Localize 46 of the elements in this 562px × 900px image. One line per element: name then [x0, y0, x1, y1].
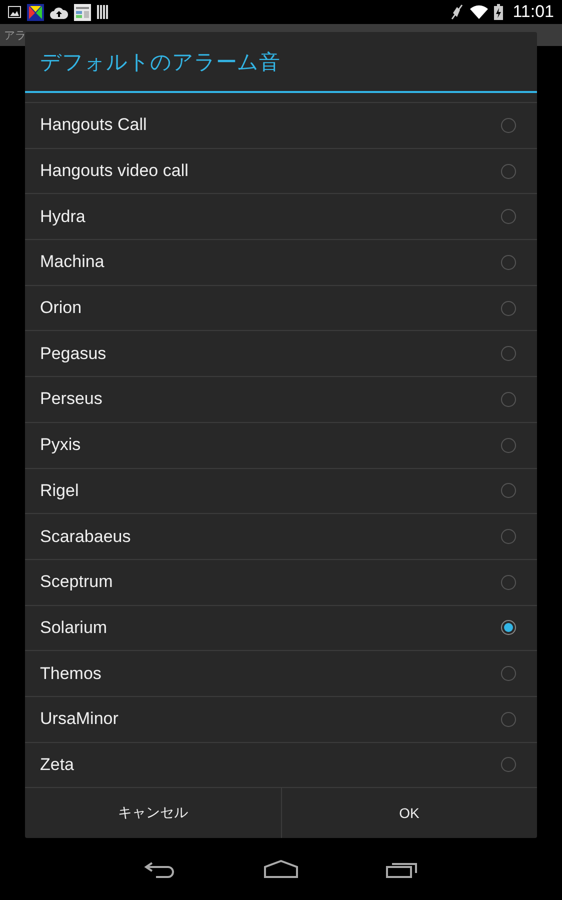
ok-button[interactable]: OK — [280, 788, 537, 838]
radio-button[interactable] — [501, 254, 516, 270]
radio-button[interactable] — [501, 164, 516, 179]
cancel-button[interactable]: キャンセル — [25, 788, 280, 838]
barcode-icon — [97, 5, 109, 19]
radio-button[interactable] — [501, 118, 516, 133]
ringtone-option[interactable]: Rigel — [25, 468, 537, 514]
radio-button[interactable] — [501, 620, 516, 636]
ringtone-option[interactable]: Scarabaeus — [25, 513, 537, 559]
wifi-icon — [470, 5, 488, 19]
muted-icon — [450, 4, 464, 20]
radio-button[interactable] — [501, 483, 516, 498]
cloud-upload-icon — [50, 6, 68, 18]
ringtone-option[interactable]: Pegasus — [25, 330, 537, 376]
recent-apps-icon[interactable] — [386, 860, 418, 878]
newspaper-icon — [74, 4, 91, 20]
ringtone-option[interactable]: Sceptrum — [25, 558, 537, 605]
app-icon — [27, 4, 44, 20]
radio-button[interactable] — [501, 209, 516, 224]
home-icon[interactable] — [264, 860, 298, 878]
ringtone-option[interactable]: Perseus — [25, 376, 537, 422]
ringtone-option[interactable]: Solarium — [25, 604, 537, 650]
battery-icon — [494, 4, 503, 20]
ringtone-option[interactable]: Orion — [25, 284, 537, 330]
image-icon — [8, 6, 21, 18]
ringtone-option[interactable]: Hydra — [25, 193, 537, 240]
ringtone-option[interactable]: Themos — [25, 650, 537, 696]
ringtone-option[interactable]: Hangouts Call — [25, 102, 537, 148]
ringtone-option[interactable]: Zeta — [25, 742, 537, 788]
radio-button[interactable] — [501, 712, 516, 727]
radio-button[interactable] — [501, 438, 516, 453]
dialog-title: デフォルトのアラーム音 — [39, 50, 281, 76]
radio-button[interactable] — [501, 666, 516, 682]
app-bar-title: アラ — [4, 28, 26, 42]
radio-button[interactable] — [501, 346, 516, 362]
radio-button[interactable] — [501, 300, 516, 316]
ringtone-option[interactable]: Machina — [25, 239, 537, 285]
radio-button[interactable] — [501, 529, 516, 544]
ringtone-option[interactable]: Pyxis — [25, 422, 537, 468]
radio-button[interactable] — [501, 574, 516, 590]
radio-button[interactable] — [501, 757, 516, 772]
ringtone-option[interactable]: Hangouts video call — [25, 148, 537, 194]
back-icon[interactable] — [144, 860, 176, 878]
clock-time: 11:01 — [512, 2, 554, 22]
radio-button[interactable] — [501, 392, 516, 407]
ringtone-option[interactable]: UrsaMinor — [25, 696, 537, 742]
